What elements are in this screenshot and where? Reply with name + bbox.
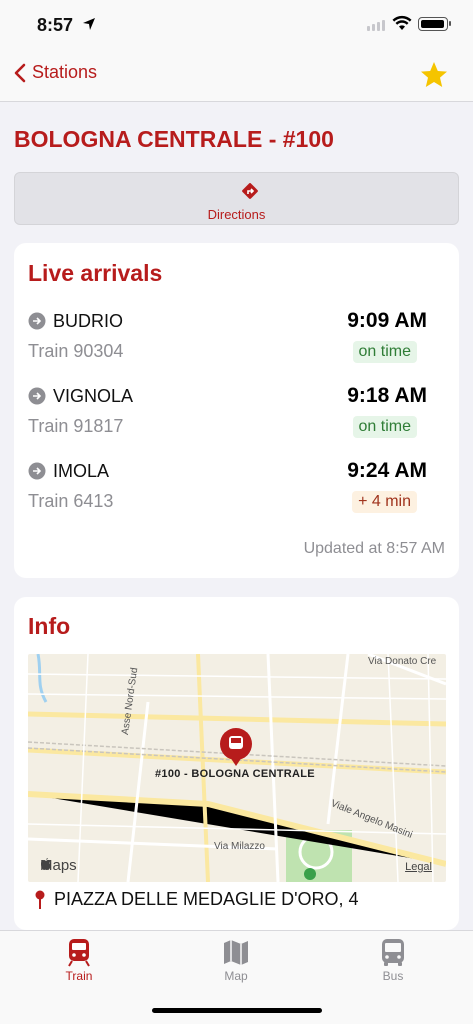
cellular-signal-icon: [367, 20, 385, 31]
navigation-bar: Stations: [0, 50, 473, 102]
wifi-icon: [392, 15, 412, 30]
arrival-train: Train 91817: [28, 416, 124, 436]
status-bar: 8:57: [0, 0, 473, 50]
map-pin-label: #100 - BOLOGNA CENTRALE: [155, 768, 315, 780]
live-arrivals-title: Live arrivals: [28, 260, 163, 286]
arrival-row[interactable]: BUDRIO Train 90304 9:09 AM on time: [14, 309, 459, 369]
directions-icon: [242, 183, 258, 199]
updated-timestamp: Updated at 8:57 AM: [303, 540, 445, 557]
back-label: Stations: [32, 62, 98, 82]
station-map[interactable]: Via Donato Cre Asse Nord-Sud Viale Angel…: [28, 654, 446, 882]
info-card: Info Via Donato Cre Asse Nord-Sud Viale …: [14, 597, 459, 930]
status-time: 8:57: [37, 15, 74, 35]
arrival-destination: IMOLA: [53, 461, 110, 481]
directions-label: Directions: [207, 207, 266, 222]
status-badge: + 4 min: [352, 491, 417, 513]
train-icon: [68, 939, 90, 967]
arrival-destination: VIGNOLA: [53, 386, 134, 406]
arrival-row[interactable]: VIGNOLA Train 91817 9:18 AM on time: [14, 384, 459, 444]
back-button[interactable]: Stations: [14, 62, 97, 83]
chevron-left-icon: [14, 63, 26, 82]
pin-icon: [35, 890, 45, 909]
tab-bus[interactable]: Bus: [353, 937, 433, 983]
bus-icon: [382, 939, 404, 966]
apple-icon: [41, 858, 51, 870]
home-indicator: [152, 1008, 322, 1013]
arrival-train: Train 6413: [28, 491, 114, 511]
address[interactable]: PIAZZA DELLE MEDAGLIE D'ORO, 4: [34, 889, 359, 910]
status-badge: on time: [352, 341, 417, 363]
arrival-train: Train 90304: [28, 341, 124, 361]
arrival-time: 9:09 AM: [347, 309, 427, 332]
arrival-destination: BUDRIO: [53, 311, 124, 331]
status-badge: on time: [352, 416, 417, 438]
map-icon: [224, 940, 248, 965]
tab-label: Map: [224, 969, 248, 983]
apple-maps-logo: Maps: [40, 857, 77, 874]
live-arrivals-card: Live arrivals BUDRIO Train 90304 9:09 AM…: [14, 243, 459, 578]
tab-label: Bus: [382, 969, 404, 983]
arrow-circle-right-icon: [28, 462, 46, 480]
street-label: Via Milazzo: [214, 841, 265, 852]
location-arrow-icon: [83, 18, 95, 30]
arrival-time: 9:24 AM: [347, 459, 427, 482]
arrow-circle-right-icon: [28, 312, 46, 330]
street-label: Via Donato Cre: [368, 656, 437, 667]
info-title: Info: [28, 613, 71, 639]
tab-map[interactable]: Map: [196, 937, 276, 983]
directions-button[interactable]: Directions: [14, 172, 459, 225]
tab-label: Train: [65, 969, 93, 983]
battery-icon: [418, 17, 451, 31]
arrival-row[interactable]: IMOLA Train 6413 9:24 AM + 4 min: [14, 459, 459, 519]
arrow-circle-right-icon: [28, 387, 46, 405]
page-title: BOLOGNA CENTRALE - #100: [14, 126, 334, 152]
favorite-star-icon[interactable]: [419, 60, 449, 90]
tab-train[interactable]: Train: [39, 937, 119, 983]
arrival-time: 9:18 AM: [347, 384, 427, 407]
address-text: PIAZZA DELLE MEDAGLIE D'ORO, 4: [54, 889, 359, 909]
legal-link[interactable]: Legal: [405, 861, 432, 873]
